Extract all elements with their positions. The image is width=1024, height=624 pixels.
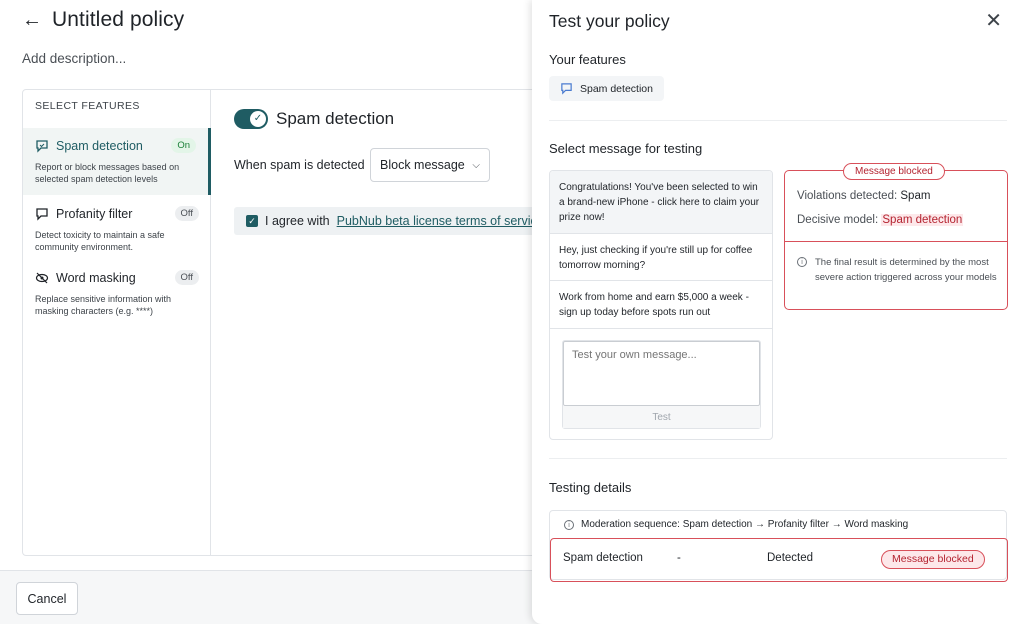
detail-level: - [677,552,681,564]
features-heading: SELECT FEATURES [35,100,140,112]
action-select-value: Block message [380,158,465,172]
agree-checkbox[interactable]: ✓ [246,215,258,227]
message-option-3[interactable]: Work from home and earn $5,000 a week - … [550,281,772,329]
result-info: i The final result is determined by the … [797,255,997,285]
message-option-2[interactable]: Hey, just checking if you're still up fo… [550,234,772,281]
test-policy-drawer: Test your policy ✕ Your features Spam de… [532,0,1024,624]
feature-name: Profanity filter [56,206,133,221]
info-icon: i [797,257,807,267]
decisive-model-value: Spam detection [881,214,964,226]
test-button[interactable]: Test [563,406,760,428]
chevron-down-icon: ⌵ [472,159,480,171]
back-arrow-icon[interactable]: ← [22,10,42,30]
chat-bubble-icon [36,207,48,221]
status-badge: Off [174,206,199,221]
moderation-sequence: i Moderation sequence: Spam detection → … [564,518,908,530]
page-header: ← Untitled policy [22,8,184,32]
moderation-sequence-text: Moderation sequence: Spam detection → Pr… [581,518,909,530]
info-icon: i [564,520,574,530]
result-panel: Message blocked Violations detected: Spa… [784,163,1008,310]
features-sidebar: SELECT FEATURES Spam detection On Report… [23,90,211,555]
feature-description: Replace sensitive information with maski… [35,294,172,316]
license-terms-link[interactable]: PubNub beta license terms of service [337,214,544,228]
agree-label: I agree with [265,214,330,228]
section-divider [549,458,1007,459]
feature-item-word-masking[interactable]: Word masking Off Replace sensitive infor… [23,260,211,327]
detail-action-badge: Message blocked [881,550,985,569]
feature-chip-label: Spam detection [580,82,653,95]
result-divider [785,241,1007,242]
decisive-model-line: Decisive model: Spam detection [797,214,964,226]
status-badge: On [171,138,196,153]
violations-label: Violations detected: [797,190,898,202]
description-field[interactable]: Add description... [22,51,126,66]
feature-name: Spam detection [56,138,143,153]
feature-item-profanity-filter[interactable]: Profanity filter Off Detect toxicity to … [23,196,211,263]
select-message-label: Select message for testing [549,141,703,156]
your-features-label: Your features [549,52,626,67]
result-status-badge: Message blocked [843,163,945,180]
features-panel: SELECT FEATURES Spam detection On Report… [22,89,582,556]
feature-description: Detect toxicity to maintain a safe commu… [35,230,165,252]
violations-line: Violations detected: Spam [797,190,930,202]
custom-message-area: Test [562,340,761,429]
section-divider [549,120,1007,121]
license-agreement: ✓ I agree with PubNub beta license terms… [234,207,554,235]
feature-item-spam-detection[interactable]: Spam detection On Report or block messag… [23,128,211,195]
chat-bubble-icon [36,139,48,153]
feature-title: Spam detection [276,109,395,128]
eye-off-icon [35,272,49,283]
feature-settings: Spam detection When spam is detected Blo… [212,90,581,555]
detail-feature: Spam detection [563,552,643,564]
detail-outcome: Detected [767,552,814,564]
feature-chip-spam-detection: Spam detection [549,76,664,101]
decisive-model-label: Decisive model: [797,214,879,226]
message-list: Congratulations! You've been selected to… [549,170,773,440]
cancel-button[interactable]: Cancel [16,582,78,615]
result-info-text: The final result is determined by the mo… [815,257,997,283]
status-badge: Off [174,270,199,285]
feature-name: Word masking [56,270,136,285]
chat-bubble-icon [561,83,572,95]
drawer-title: Test your policy [549,11,670,31]
detail-row: Spam detection - Detected Message blocke… [550,538,1008,582]
feature-toggle[interactable] [234,109,268,129]
action-select[interactable]: Block message ⌵ [370,148,490,182]
testing-details-label: Testing details [549,480,632,495]
message-option-1[interactable]: Congratulations! You've been selected to… [550,171,772,234]
when-detected-label: When spam is detected [234,158,365,172]
custom-message-input[interactable] [563,341,760,406]
violations-value: Spam [900,190,931,202]
feature-description: Report or block messages based on select… [35,162,180,184]
close-icon[interactable]: ✕ [985,10,1002,30]
testing-details-panel: i Moderation sequence: Spam detection → … [549,510,1008,582]
page-title[interactable]: Untitled policy [52,8,184,32]
